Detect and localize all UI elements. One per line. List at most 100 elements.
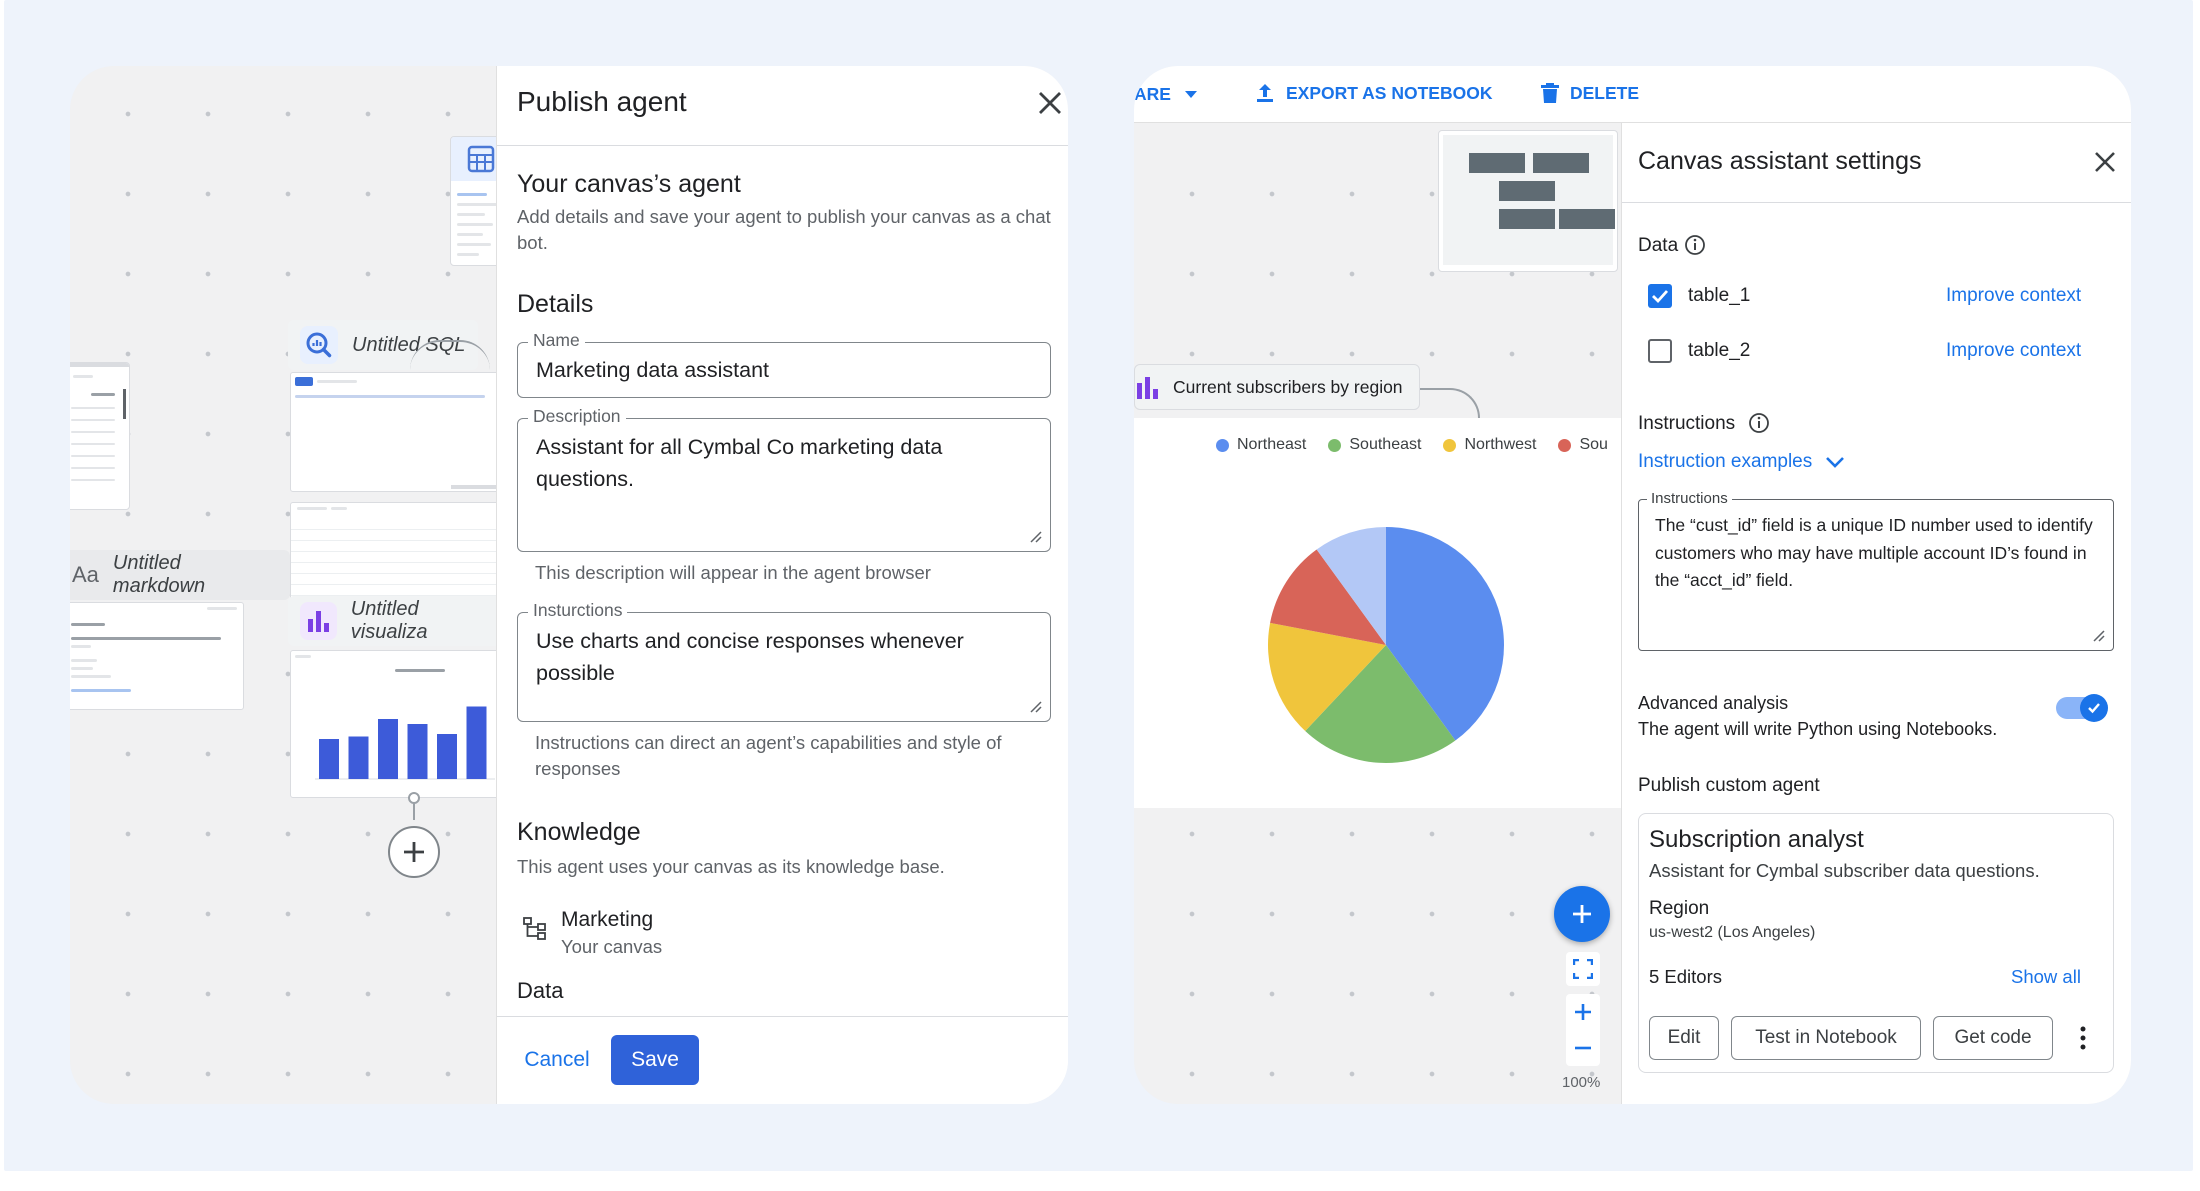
sheet-node[interactable] bbox=[70, 362, 130, 510]
edit-button[interactable]: Edit bbox=[1649, 1016, 1719, 1060]
toggle-knob bbox=[2080, 694, 2108, 722]
add-node-button[interactable] bbox=[388, 826, 440, 878]
settings-header: Canvas assistant settings bbox=[1622, 123, 2131, 203]
zoom-in-button[interactable] bbox=[1566, 994, 1600, 1030]
caret-down-icon bbox=[1184, 90, 1197, 98]
zoom-out-button[interactable] bbox=[1566, 1030, 1600, 1066]
save-button[interactable]: Save bbox=[611, 1035, 699, 1085]
sql-editor-node[interactable] bbox=[290, 372, 500, 492]
upload-icon bbox=[1257, 84, 1273, 102]
description-value: Assistant for all Cymbal Co marketing da… bbox=[536, 435, 943, 491]
chart-bar bbox=[378, 719, 398, 779]
close-icon bbox=[2095, 152, 2115, 172]
dialog-title: Publish agent bbox=[517, 86, 687, 117]
instructions-box-value: The “cust_id” field is a unique ID numbe… bbox=[1655, 515, 2093, 590]
get-code-button[interactable]: Get code bbox=[1933, 1016, 2053, 1060]
table-1-label: table_1 bbox=[1688, 285, 1751, 306]
chart-bar bbox=[466, 706, 487, 779]
connector-handle[interactable] bbox=[408, 792, 420, 804]
zoom-controls bbox=[1566, 994, 1600, 1066]
markdown-node-header[interactable]: Aa Untitled markdown bbox=[70, 550, 290, 600]
chevron-down-icon bbox=[1826, 457, 1845, 468]
markdown-node-title: Untitled markdown bbox=[112, 552, 206, 597]
delete-button[interactable]: DELETE bbox=[1540, 82, 1639, 104]
bar-chart-node[interactable] bbox=[290, 650, 500, 798]
check-icon bbox=[1652, 290, 1669, 304]
table-1-checkbox[interactable] bbox=[1648, 284, 1672, 308]
region-value: us-west2 (Los Angeles) bbox=[1649, 924, 1816, 941]
agent-card-description: Assistant for Cymbal subscriber data que… bbox=[1649, 860, 2040, 881]
agent-card-name: Subscription analyst bbox=[1649, 826, 1864, 853]
plus-icon bbox=[404, 842, 424, 862]
publish-agent-dialog: Publish agent Your canvas’s agent Add de… bbox=[496, 66, 1068, 1104]
markdown-content-node[interactable] bbox=[70, 602, 244, 710]
close-button[interactable] bbox=[2094, 151, 2116, 173]
chart-node-header[interactable]: Current subscribers by region bbox=[1134, 364, 1420, 410]
more-vert-icon bbox=[2080, 1026, 2086, 1050]
viz-node-header[interactable]: Untitled visualiza bbox=[288, 596, 508, 646]
table-icon bbox=[467, 145, 495, 173]
canvas-tree-icon bbox=[523, 916, 547, 945]
table-1-improve-context[interactable]: Improve context bbox=[1946, 285, 2081, 307]
export-notebook-button[interactable]: EXPORT AS NOTEBOOK bbox=[1254, 82, 1492, 104]
resize-handle-icon[interactable] bbox=[1029, 700, 1042, 713]
info-icon[interactable] bbox=[1748, 412, 1770, 439]
data-label: Data bbox=[1638, 235, 1679, 256]
canvas-assistant-settings: Canvas assistant settings Data table_1 I… bbox=[1621, 123, 2131, 1104]
info-icon[interactable] bbox=[1684, 234, 1706, 261]
table-2-checkbox[interactable] bbox=[1648, 339, 1672, 363]
advanced-analysis-toggle[interactable] bbox=[2056, 694, 2108, 722]
table-row bbox=[291, 519, 499, 530]
chart-node-title: Current subscribers by region bbox=[1173, 376, 1403, 397]
table-row bbox=[291, 541, 499, 552]
bar-chart-icon bbox=[300, 602, 337, 640]
agent-section-description: Add details and save your agent to publi… bbox=[517, 206, 1051, 253]
check-icon bbox=[2088, 703, 2100, 714]
zoom-level: 100% bbox=[1562, 1074, 1601, 1091]
minimap[interactable] bbox=[1438, 130, 1618, 272]
description-help-text: This description will appear in the agen… bbox=[535, 562, 931, 583]
left-canvas-panel: Untitled SQL Aa Untitled markdown Untitl… bbox=[70, 66, 1068, 1104]
name-field[interactable]: Name Marketing data assistant bbox=[517, 330, 1051, 398]
resize-handle-icon[interactable] bbox=[1029, 530, 1042, 543]
pie-chart-node[interactable]: Northeast Southeast Northwest Sou bbox=[1134, 418, 1621, 808]
instructions-label: Instructions bbox=[1638, 413, 1736, 434]
share-menu[interactable]: ARE bbox=[1134, 84, 1197, 105]
instruction-examples-toggle[interactable]: Instruction examples bbox=[1638, 451, 1845, 473]
delete-label: DELETE bbox=[1570, 82, 1640, 103]
share-label: ARE bbox=[1134, 84, 1171, 104]
resize-handle-icon[interactable] bbox=[2092, 629, 2105, 642]
sql-query-icon bbox=[300, 326, 338, 364]
agent-section-title: Your canvas’s agent bbox=[517, 170, 741, 198]
publish-custom-agent-title: Publish custom agent bbox=[1638, 775, 1820, 796]
canvas-toolbar: ARE EXPORT AS NOTEBOOK DELETE bbox=[1134, 66, 2131, 123]
instruction-examples-label: Instruction examples bbox=[1638, 451, 1813, 472]
table-row bbox=[291, 563, 499, 574]
more-options-button[interactable] bbox=[2075, 1026, 2091, 1050]
table-2-label: table_2 bbox=[1688, 340, 1751, 361]
description-field[interactable]: Description Assistant for all Cymbal Co … bbox=[517, 406, 1051, 552]
cancel-button[interactable]: Cancel bbox=[517, 1035, 597, 1085]
test-in-notebook-button[interactable]: Test in Notebook bbox=[1731, 1016, 1921, 1060]
table-row bbox=[291, 574, 499, 585]
close-button[interactable] bbox=[1037, 90, 1063, 116]
table-2-improve-context[interactable]: Improve context bbox=[1946, 340, 2081, 362]
dialog-header: Publish agent bbox=[497, 66, 1068, 146]
table-row bbox=[291, 585, 499, 596]
instructions-field[interactable]: Insturctions Use charts and concise resp… bbox=[517, 600, 1051, 722]
connector-line bbox=[1420, 388, 1480, 418]
knowledge-base-name: Marketing bbox=[561, 908, 654, 931]
name-label: Name bbox=[528, 330, 585, 351]
instructions-box-label: Instructions bbox=[1647, 490, 1732, 507]
close-icon bbox=[1039, 92, 1061, 114]
show-all-link[interactable]: Show all bbox=[2011, 966, 2081, 988]
instructions-textarea[interactable]: Instructions The “cust_id” field is a un… bbox=[1638, 490, 2114, 651]
advanced-analysis-description: The agent will write Python using Notebo… bbox=[1638, 719, 1998, 739]
viz-node-title: Untitled visualiza bbox=[350, 598, 428, 643]
mini-bar-chart bbox=[315, 706, 495, 780]
advanced-analysis-title: Advanced analysis bbox=[1638, 693, 1789, 713]
add-node-fab[interactable] bbox=[1554, 886, 1610, 942]
knowledge-base-sub: Your canvas bbox=[561, 936, 663, 957]
pie-chart bbox=[1268, 527, 1504, 763]
fit-view-button[interactable] bbox=[1566, 952, 1600, 986]
